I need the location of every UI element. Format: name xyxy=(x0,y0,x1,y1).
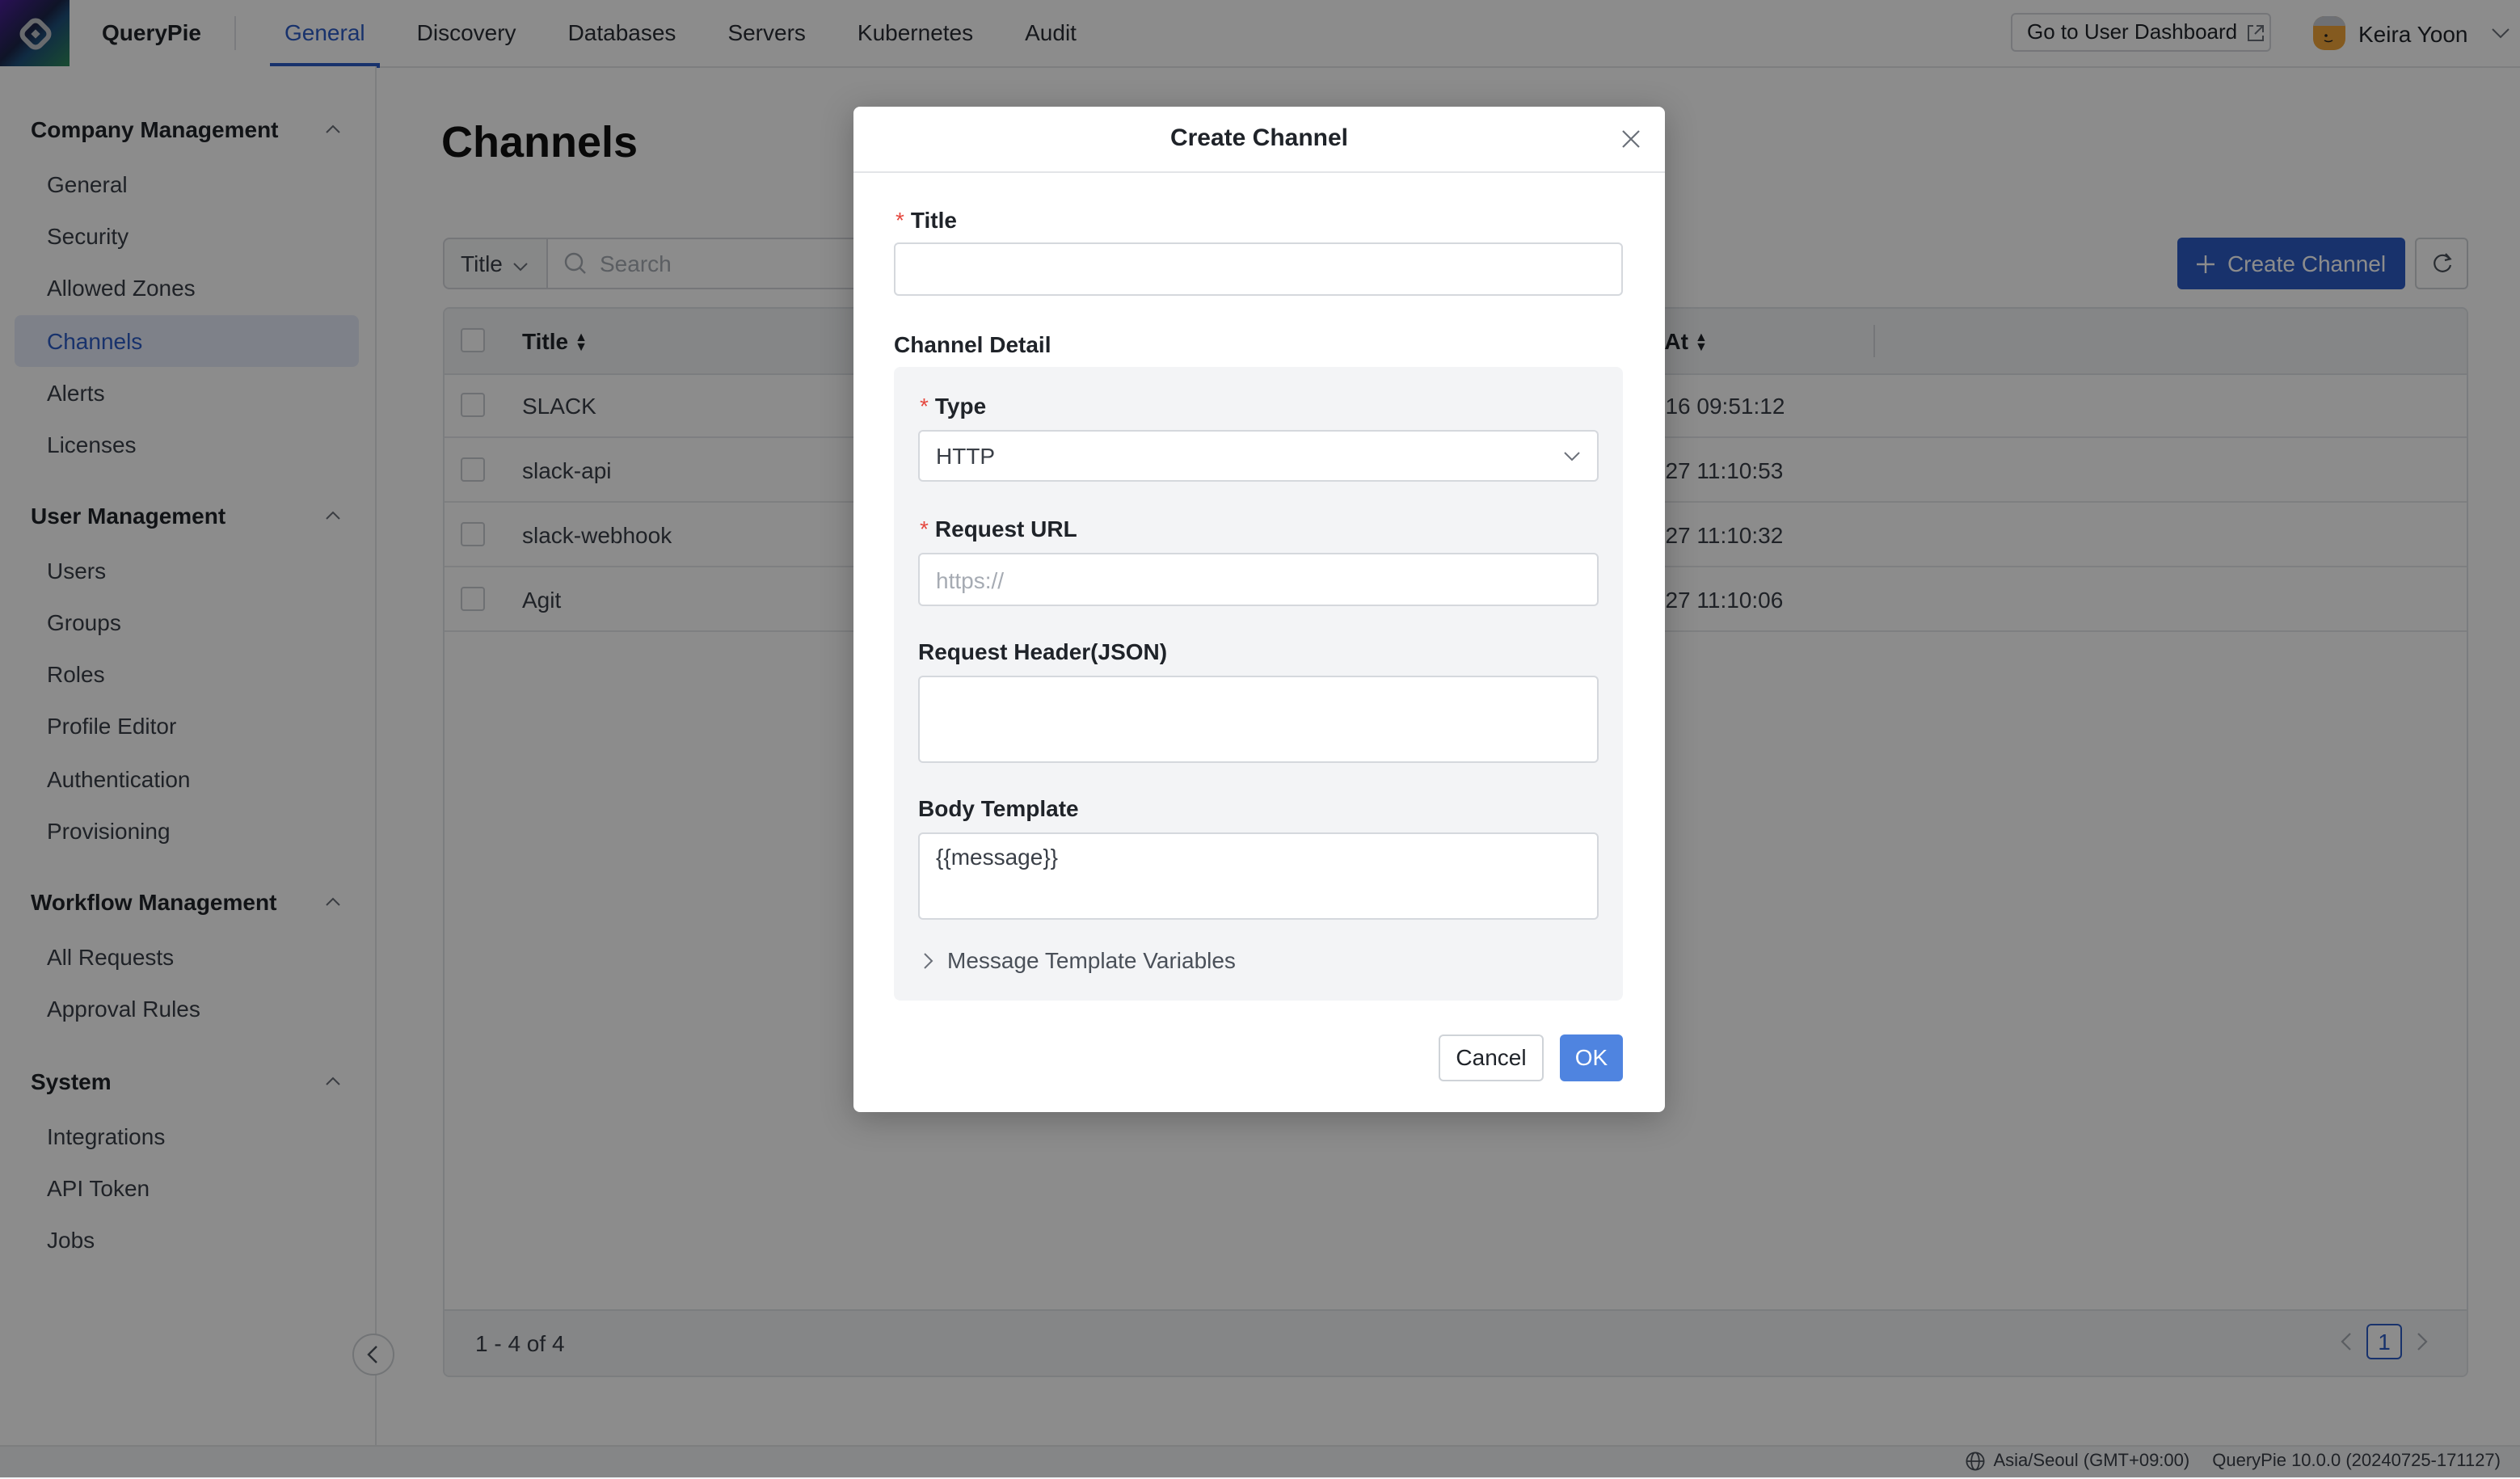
cancel-button[interactable]: Cancel xyxy=(1439,1034,1544,1081)
chevron-down-icon xyxy=(1564,451,1580,461)
close-icon[interactable] xyxy=(1620,128,1642,150)
type-label: * Type xyxy=(920,393,987,419)
request-header-label: Request Header(JSON) xyxy=(918,638,1168,664)
required-marker: * xyxy=(920,516,929,541)
body-template-textarea[interactable]: {{message}} xyxy=(918,832,1599,920)
template-vars-label: Message Template Variables xyxy=(947,947,1236,973)
chevron-right-icon xyxy=(924,952,933,968)
request-url-input[interactable] xyxy=(918,553,1599,606)
title-label: * Title xyxy=(895,207,957,233)
type-select[interactable]: HTTP xyxy=(918,430,1599,482)
required-marker: * xyxy=(895,207,904,233)
ok-button[interactable]: OK xyxy=(1560,1034,1623,1081)
type-select-value: HTTP xyxy=(936,443,996,469)
modal-header: Create Channel xyxy=(853,107,1665,173)
message-template-variables-toggle[interactable]: Message Template Variables xyxy=(923,947,1236,973)
request-header-textarea[interactable] xyxy=(918,676,1599,763)
channel-detail-label: Channel Detail xyxy=(894,331,1051,357)
required-marker: * xyxy=(920,393,929,419)
modal-title: Create Channel xyxy=(1169,124,1349,152)
create-channel-modal: Create Channel * Title Channel Detail * Ty… xyxy=(853,107,1665,1112)
title-input[interactable] xyxy=(894,242,1623,296)
channel-detail-panel: *Type HTTP *Request URL Request Header(J… xyxy=(894,367,1623,1001)
request-url-label: * Request URL xyxy=(920,516,1077,541)
body-template-label: Body Template xyxy=(918,795,1079,821)
